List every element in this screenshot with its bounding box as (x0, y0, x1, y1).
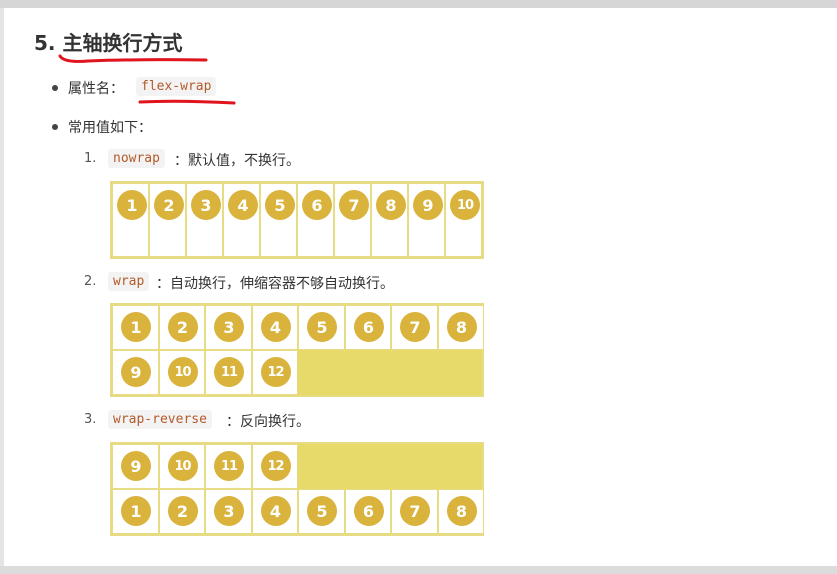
item-text-2: ：自动换行，伸缩容器不够自动换行。 (156, 276, 394, 292)
flex-item-9: 9 (112, 350, 159, 395)
number-badge: 1 (121, 312, 151, 342)
number-badge: 9 (413, 190, 443, 220)
flex-item-10: 10 (445, 183, 482, 257)
number-badge: 3 (191, 190, 221, 220)
number-badge: 6 (353, 312, 384, 342)
flex-item-1: 1 (112, 183, 149, 257)
number-badge: 4 (260, 496, 291, 526)
number-badge: 12 (260, 357, 291, 387)
number-badge: 3 (214, 496, 244, 526)
red-underline-mark-code (138, 99, 236, 105)
demo-container-wrap: 1 2 3 4 5 6 7 8 9 10 11 12 (110, 303, 484, 397)
flex-item-4: 4 (251, 305, 298, 350)
number-badge: 1 (121, 496, 151, 526)
red-underline-mark-title (58, 54, 208, 63)
number-badge: 4 (260, 312, 291, 342)
number-badge: 8 (376, 190, 406, 220)
bullet-dot (52, 124, 58, 130)
flex-item-4: 4 (223, 183, 260, 257)
item-number-2: 2. (84, 274, 97, 289)
demo-container-nowrap: 1 2 3 4 5 6 7 8 9 10 (110, 181, 484, 259)
flex-item-6: 6 (344, 489, 391, 534)
number-badge: 10 (167, 357, 198, 387)
number-badge: 10 (167, 451, 198, 481)
flex-item-4: 4 (251, 489, 298, 534)
number-badge: 5 (265, 190, 295, 220)
flex-item-7: 7 (391, 305, 438, 350)
number-badge: 2 (167, 312, 198, 342)
number-badge: 6 (353, 496, 384, 526)
flex-item-12: 12 (251, 350, 298, 395)
flex-item-7: 7 (334, 183, 371, 257)
flex-item-1: 1 (112, 305, 159, 350)
flex-item-5: 5 (260, 183, 297, 257)
number-badge: 2 (167, 496, 198, 526)
flex-item-10: 10 (158, 350, 205, 395)
number-badge: 8 (446, 312, 477, 342)
flex-item-10: 10 (158, 444, 205, 489)
number-badge: 4 (228, 190, 258, 220)
number-badge: 8 (446, 496, 477, 526)
number-badge: 6 (302, 190, 332, 220)
item-number-1: 1. (84, 151, 97, 166)
code-flex-wrap: flex-wrap (136, 77, 217, 96)
top-bar (0, 0, 837, 8)
flex-item-9: 9 (408, 183, 445, 257)
flex-item-8: 8 (437, 305, 484, 350)
flex-item-11: 11 (205, 444, 252, 489)
flex-item-2: 2 (158, 489, 205, 534)
code-nowrap: nowrap (108, 149, 165, 168)
flex-item-6: 6 (344, 305, 391, 350)
code-wrap: wrap (108, 272, 150, 291)
flex-item-11: 11 (205, 350, 252, 395)
demo-container-wrap-reverse: 1 2 3 4 5 6 7 8 9 10 11 12 (110, 442, 484, 536)
number-badge: 5 (307, 496, 337, 526)
code-wrap-reverse: wrap-reverse (108, 410, 212, 429)
number-badge: 11 (214, 357, 244, 387)
item-text-3: ：反向换行。 (226, 414, 310, 430)
number-badge: 10 (450, 190, 480, 220)
number-badge: 7 (400, 312, 430, 342)
number-badge: 5 (307, 312, 337, 342)
number-badge: 3 (214, 312, 244, 342)
number-badge: 9 (121, 357, 151, 387)
number-badge: 11 (214, 451, 244, 481)
bottom-bar (0, 566, 837, 574)
number-badge: 12 (260, 451, 291, 481)
number-badge: 1 (117, 190, 147, 220)
item-text-1: ：默认值，不换行。 (174, 153, 300, 169)
flex-item-8: 8 (437, 489, 484, 534)
flex-item-3: 3 (205, 305, 252, 350)
flex-item-1: 1 (112, 489, 159, 534)
flex-item-3: 3 (186, 183, 223, 257)
flex-item-2: 2 (149, 183, 186, 257)
flex-item-12: 12 (251, 444, 298, 489)
flex-item-6: 6 (297, 183, 334, 257)
heading-number: 5. (34, 31, 56, 55)
number-badge: 9 (121, 451, 151, 481)
flex-item-2: 2 (158, 305, 205, 350)
bullet-dot (52, 85, 58, 91)
flex-item-9: 9 (112, 444, 159, 489)
item-number-3: 3. (84, 412, 97, 427)
number-badge: 7 (400, 496, 430, 526)
flex-item-5: 5 (298, 489, 345, 534)
flex-item-5: 5 (298, 305, 345, 350)
number-badge: 2 (154, 190, 184, 220)
flex-item-7: 7 (391, 489, 438, 534)
flex-item-3: 3 (205, 489, 252, 534)
number-badge: 7 (339, 190, 369, 220)
flex-item-8: 8 (371, 183, 408, 257)
bullet-label-property: 属性名： (68, 81, 124, 97)
bullet-label-values: 常用值如下： (68, 120, 152, 136)
